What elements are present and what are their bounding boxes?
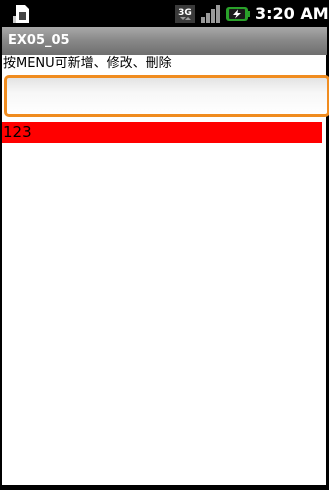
list-item-label: 123	[3, 123, 32, 141]
svg-text:3G: 3G	[178, 8, 192, 18]
signal-strength-icon	[201, 5, 220, 23]
edit-input[interactable]	[4, 75, 329, 117]
network-3g-icon: 3G	[175, 5, 195, 23]
app-title-bar: EX05_05	[2, 27, 327, 55]
sim-card-icon	[13, 5, 29, 23]
app-title: EX05_05	[8, 33, 70, 48]
list-item[interactable]: 123	[2, 122, 322, 143]
menu-hint-text: 按MENU可新增、修改、刪除	[3, 56, 172, 71]
status-time: 3:20 AM	[255, 4, 329, 23]
main-content: 按MENU可新增、修改、刪除 123	[2, 55, 329, 485]
status-bar: 3G 3:20 AM	[0, 0, 329, 26]
battery-charging-icon	[226, 7, 250, 21]
